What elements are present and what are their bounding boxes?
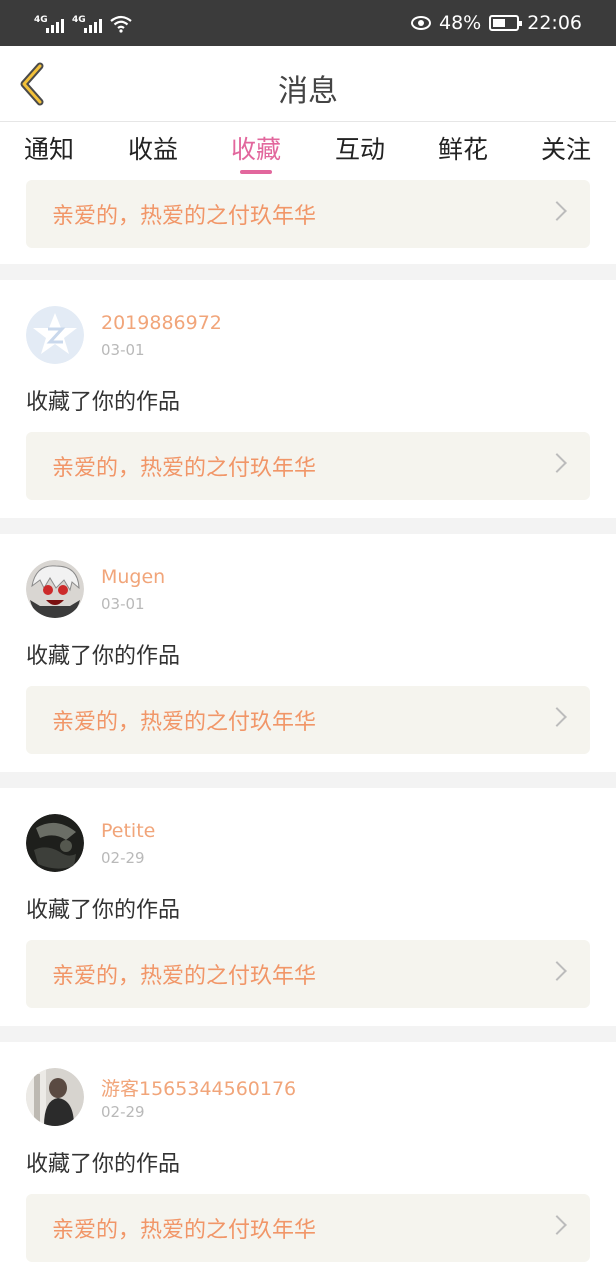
chevron-right-icon <box>547 961 567 981</box>
status-bar: 4G 4G 48% 22:06 <box>0 0 616 46</box>
work-link[interactable]: 亲爱的，热爱的之付玖年华 <box>26 432 590 500</box>
tab-following[interactable]: 关注 <box>531 130 601 166</box>
username[interactable]: Mugen <box>101 566 165 588</box>
work-title: 亲爱的，热爱的之付玖年华 <box>52 1218 317 1243</box>
wifi-icon <box>110 15 132 33</box>
list-item: Mugen 03-01 收藏了你的作品 亲爱的，热爱的之付玖年华 <box>0 534 616 772</box>
tab-favorites[interactable]: 收藏 <box>221 130 291 166</box>
signal-icon: 4G <box>72 15 102 33</box>
network-type-label: 4G <box>72 15 86 25</box>
tab-earnings[interactable]: 收益 <box>118 130 188 166</box>
work-link[interactable]: 亲爱的，热爱的之付玖年华 <box>26 1194 590 1262</box>
avatar[interactable] <box>26 560 84 618</box>
chevron-right-icon <box>547 707 567 727</box>
action-text: 收藏了你的作品 <box>26 644 181 669</box>
tab-interactions[interactable]: 互动 <box>325 130 395 166</box>
page-title: 消息 <box>278 74 338 109</box>
header: 消息 <box>0 46 616 122</box>
chevron-right-icon <box>547 453 567 473</box>
work-link[interactable]: 亲爱的，热爱的之付玖年华 <box>26 940 590 1008</box>
list-item: 游客1565344560176 02-29 收藏了你的作品 亲爱的，热爱的之付玖… <box>0 1042 616 1280</box>
work-link[interactable]: 亲爱的，热爱的之付玖年华 <box>26 686 590 754</box>
avatar[interactable] <box>26 814 84 872</box>
battery-icon <box>489 15 523 31</box>
battery-percent: 48% <box>439 12 482 34</box>
username[interactable]: 游客1565344560176 <box>101 1074 296 1101</box>
work-link[interactable]: 亲爱的，热爱的之付玖年华 <box>26 180 590 248</box>
anime-avatar-image <box>26 560 84 618</box>
clock: 22:06 <box>527 12 582 34</box>
signal-icon: 4G <box>34 15 64 33</box>
network-indicators: 4G 4G <box>34 11 132 33</box>
avatar[interactable] <box>26 306 84 364</box>
work-title: 亲爱的，热爱的之付玖年华 <box>52 710 317 735</box>
action-text: 收藏了你的作品 <box>26 1152 181 1177</box>
status-right: 48% 22:06 <box>411 11 582 35</box>
work-title: 亲爱的，热爱的之付玖年华 <box>52 964 317 989</box>
tab-notifications[interactable]: 通知 <box>14 130 84 166</box>
chevron-right-icon <box>547 201 567 221</box>
divider <box>0 518 616 534</box>
divider <box>0 1026 616 1042</box>
tab-flowers[interactable]: 鲜花 <box>428 130 498 166</box>
qq-avatar-icon <box>26 306 84 364</box>
action-text: 收藏了你的作品 <box>26 898 181 923</box>
list-item: Petite 02-29 收藏了你的作品 亲爱的，热爱的之付玖年华 <box>0 788 616 1026</box>
timestamp: 03-01 <box>101 341 145 359</box>
network-type-label: 4G <box>34 15 48 25</box>
timestamp: 02-29 <box>101 849 145 867</box>
timestamp: 03-01 <box>101 595 145 613</box>
timestamp: 02-29 <box>101 1103 145 1121</box>
chevron-right-icon <box>547 1215 567 1235</box>
list-item: 2019886972 03-01 收藏了你的作品 亲爱的，热爱的之付玖年华 <box>0 280 616 518</box>
dark-photo-avatar-image <box>26 814 84 872</box>
work-title: 亲爱的，热爱的之付玖年华 <box>52 456 317 481</box>
action-text: 收藏了你的作品 <box>26 390 181 415</box>
active-tab-indicator <box>240 170 272 174</box>
person-photo-avatar-image <box>26 1068 84 1126</box>
tab-bar: 通知 收益 收藏 互动 鲜花 关注 <box>0 122 616 180</box>
divider <box>0 772 616 788</box>
work-title: 亲爱的，热爱的之付玖年华 <box>52 204 317 229</box>
eye-comfort-icon <box>411 16 431 30</box>
username[interactable]: Petite <box>101 820 155 842</box>
divider <box>0 264 616 280</box>
username[interactable]: 2019886972 <box>101 312 222 334</box>
avatar[interactable] <box>26 1068 84 1126</box>
